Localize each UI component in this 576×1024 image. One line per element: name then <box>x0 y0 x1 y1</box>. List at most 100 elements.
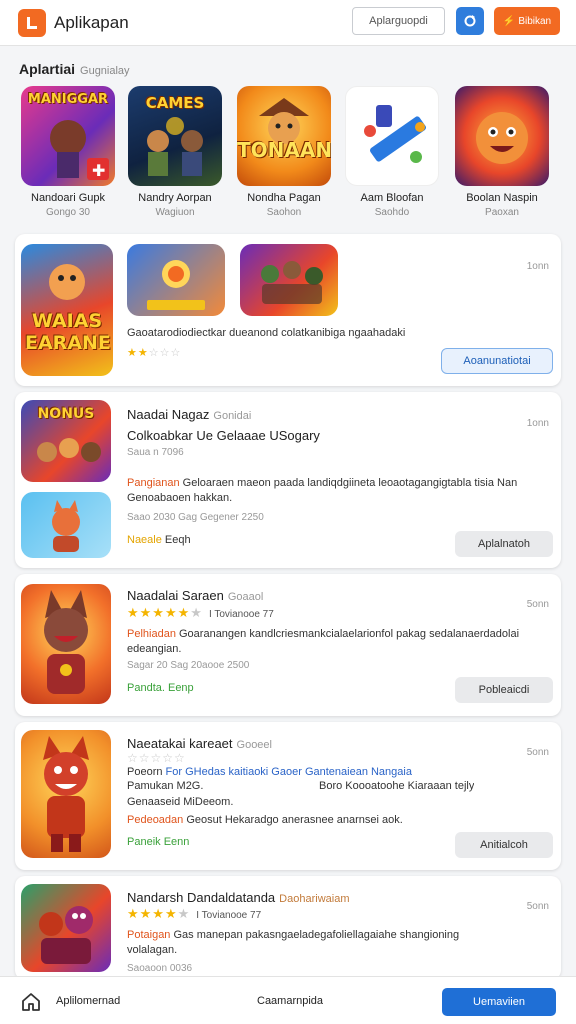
battle-illustration <box>261 261 323 304</box>
featured-app-name: Aam Bloofan <box>360 192 424 204</box>
search-input[interactable]: Aplarguopdi <box>352 7 445 35</box>
card-title: Naeatakai kareaet Gooeel <box>127 736 272 751</box>
card-action-button[interactable]: Anitialcoh <box>455 832 553 858</box>
section-subtitle: Gugnialay <box>80 65 130 77</box>
group-illustration <box>37 438 101 462</box>
featured-app-name: Nondha Pagan <box>247 192 321 204</box>
featured-app-tile[interactable]: TONAAN Nondha Pagan Saohon <box>234 86 334 218</box>
app-logo-icon[interactable] <box>18 8 46 37</box>
card-timestamp: 5onn <box>526 599 549 610</box>
featured-app-name: Nandry Aorpan <box>138 192 212 204</box>
category-tag: Potaigan <box>127 929 171 941</box>
bottom-center-link[interactable]: Caamarnpida <box>257 995 323 1007</box>
smile-face-illustration <box>476 112 528 164</box>
star-rating: ☆☆☆☆☆ <box>127 751 186 765</box>
card-title: Naadalai Saraen Goaaol <box>127 588 263 603</box>
card-action-button[interactable]: Pobleaicdi <box>455 677 553 703</box>
creature-illustration <box>39 906 93 964</box>
app-card[interactable]: NONUS Naadai Nagaz Gonidai 1onn Colkoabka… <box>15 392 561 568</box>
category-tag: Pelhiadan <box>127 628 176 640</box>
card-description: Potaigan Gas manepan pakasngaeladegafoli… <box>127 929 552 941</box>
featured-app-sub: Wagiuon <box>155 207 195 218</box>
card-description-text: Gas manepan pakasngaeladegafoliellagaiah… <box>173 929 460 941</box>
app-thumbnail <box>21 730 111 858</box>
card-description-cont: volalagan. <box>127 944 178 956</box>
card-title-muted: Gooeel <box>236 739 272 751</box>
card-title-muted: Daohariwaiam <box>279 893 350 905</box>
featured-app-tile[interactable]: CAMES Nandry Aorpan Wagiuon <box>125 86 225 218</box>
card-timestamp: 1onn <box>526 418 549 429</box>
sync-icon <box>464 15 476 27</box>
sync-button[interactable] <box>456 7 484 35</box>
card-title-text: Nandarsh Dandaldatanda <box>127 890 276 905</box>
star-empty: ☆☆☆ <box>148 347 182 359</box>
card-title-text: Naeatakai kareaet <box>127 736 233 751</box>
featured-app-sub: Saohdo <box>374 207 410 218</box>
featured-app-tile[interactable]: Boolan Naspin Paoxan <box>452 86 552 218</box>
app-thumbnail <box>21 492 111 558</box>
featured-app-tile[interactable]: Aam Bloofan Saohdo <box>342 86 442 218</box>
app-title: Aplikapan <box>54 12 129 32</box>
tool-illustration <box>364 105 426 163</box>
header-cta-label: Bibikan <box>518 15 552 27</box>
card-line-link[interactable]: For GHedas kaitiaoki Gaoer Gantenaiean N… <box>166 766 412 778</box>
card-description: Pangianan Geloaraen maeon paada landiqdg… <box>127 477 552 489</box>
card-meta: Saoaoon 0036 <box>127 963 193 974</box>
card-line-text: Pamukan M2G. <box>127 780 204 792</box>
featured-app-sub: Paoxan <box>485 207 519 218</box>
star-rating: ★★★★★ I Tovianooe 77 <box>127 906 261 922</box>
card-subtitle: Colkoabkar Ue Gelaaae USogary <box>127 428 320 443</box>
category-tag: Pangianan <box>127 477 180 489</box>
card-timestamp: 1onn <box>526 261 549 272</box>
app-card[interactable]: Naadalai Saraen Goaaol 5onn ★★★★★★ I Tovia… <box>15 574 561 716</box>
fox-illustration <box>52 500 80 552</box>
cat-monster-illustration <box>43 736 89 852</box>
app-card[interactable]: Nandarsh Dandaldatanda Daohariwaiam 5onn … <box>15 876 561 980</box>
status-tag: Naeale <box>127 534 162 546</box>
card-description-cont: edeangian. <box>127 643 182 655</box>
app-card[interactable]: Naeatakai kareaet Gooeel 5onn ☆☆☆☆☆ Poeor… <box>15 722 561 870</box>
featured-app-sub: Gongo 30 <box>46 207 90 218</box>
featured-app-sub: Saohon <box>266 207 302 218</box>
card-timestamp: 5onn <box>526 747 549 758</box>
status-tag: Paneik Eenn <box>127 836 190 848</box>
card-meta: Saao 2030 Gag Gegener 2250 <box>127 512 264 523</box>
warrior-illustration: ✚ <box>50 120 109 180</box>
app-thumbnail <box>455 86 549 186</box>
bottom-primary-button[interactable]: Uemaviien <box>442 988 556 1016</box>
star-empty: ☆☆☆☆☆ <box>127 751 186 765</box>
header-cta-button[interactable]: ⚡ Bibikan <box>494 7 560 35</box>
featured-app-tile[interactable]: MANIGGAR ✚ Nandoari Gupk Gongo 30 <box>18 86 118 218</box>
card-title-text: Naadai Nagaz <box>127 407 210 422</box>
section-title-text: Aplartiai <box>19 61 76 77</box>
home-icon[interactable] <box>20 991 42 1013</box>
card-meta: Sagar 20 Sag 20aooe 2500 <box>127 660 250 671</box>
app-thumbnail: TONAAN <box>237 86 331 186</box>
bolt-icon: ⚡ <box>502 15 516 27</box>
app-card[interactable]: WAIAS EARANE 1onn Gaoatarodiodiectkar du… <box>15 234 561 386</box>
bottom-left-link[interactable]: Aplilomernad <box>56 995 120 1007</box>
thumbnail-caption: WAIAS EARANE <box>25 310 111 354</box>
card-description: Pedeoadan Geosut Hekaradgo anerasnee ana… <box>127 814 403 826</box>
card-action-button[interactable]: Aoanunatiotai <box>441 348 553 374</box>
section-title: Aplartiai Gugnialay <box>19 61 130 77</box>
explosion-illustration <box>147 260 205 310</box>
card-line-lead: Poeorn <box>127 766 163 778</box>
svg-text:✚: ✚ <box>92 161 105 180</box>
app-thumbnail <box>21 584 111 704</box>
star-empty: ★ <box>190 605 203 620</box>
card-title-muted: Goaaol <box>227 591 264 603</box>
app-thumbnail <box>21 884 111 972</box>
app-thumbnail: NONUS <box>21 400 111 482</box>
star-filled: ★★★★★ <box>127 605 191 620</box>
star-rating: ★★★★★★ I Tovianooe 77 <box>127 605 274 621</box>
card-title-text: Naadalai Saraen <box>127 588 224 603</box>
status-tag: Pandta. Eenp <box>127 682 194 694</box>
app-thumbnail: MANIGGAR ✚ <box>21 86 115 186</box>
featured-apps-row: MANIGGAR ✚ Nandoari Gupk Gongo 30 CAMES … <box>18 86 558 226</box>
card-action-button[interactable]: Aplalnatoh <box>455 531 553 557</box>
app-thumbnail <box>345 86 439 186</box>
card-description: Gaoatarodiodiectkar dueanond colatkanibi… <box>127 327 406 339</box>
card-meta: Saua n 7096 <box>127 447 184 458</box>
card-description-text: Geosut Hekaradgo anerasnee anarnsei aok. <box>186 814 403 826</box>
